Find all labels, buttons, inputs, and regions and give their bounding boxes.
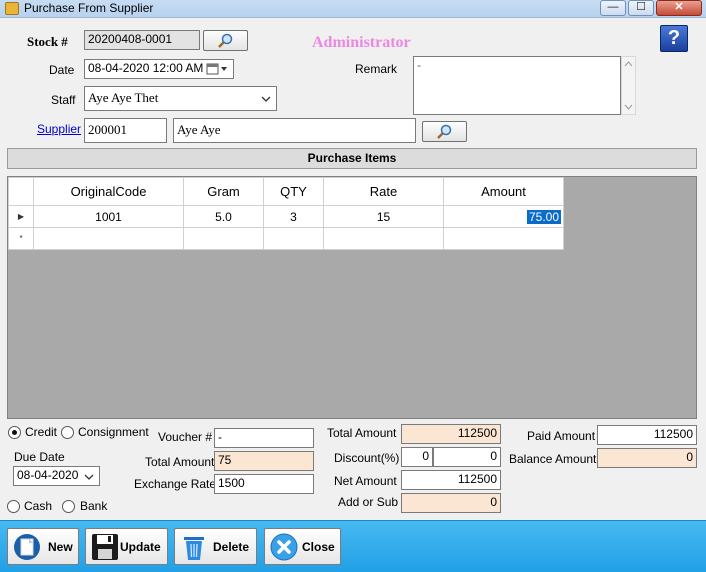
table-row[interactable]: ▶ 1001 5.0 3 15 75.00	[8, 205, 564, 228]
remark-textarea[interactable]: -	[413, 56, 621, 115]
trash-icon	[184, 537, 204, 560]
cash-radio[interactable]	[7, 500, 20, 513]
minimize-button[interactable]: —	[600, 0, 626, 16]
close-button[interactable]: Close	[264, 528, 341, 565]
net-amount-label: Net Amount	[334, 474, 397, 488]
add-or-sub-field[interactable]: 0	[401, 493, 501, 513]
supplier-search-button[interactable]	[422, 121, 467, 142]
staff-value: Aye Aye Thet	[88, 90, 159, 105]
update-button[interactable]: Update	[85, 528, 168, 565]
table-header-row: OriginalCode Gram QTY Rate Amount	[8, 177, 564, 206]
cash-label: Cash	[24, 499, 53, 513]
table-cell[interactable]	[33, 227, 184, 250]
app-icon	[5, 2, 19, 15]
column-header-qty[interactable]: QTY	[263, 177, 324, 206]
table-cell[interactable]	[443, 227, 564, 250]
new-button-label: New	[48, 540, 73, 554]
date-label: Date	[49, 63, 75, 77]
column-header-rate[interactable]: Rate	[323, 177, 444, 206]
paid-amount-field[interactable]: 112500	[597, 425, 697, 445]
action-bar: New Update Delete Close	[0, 520, 706, 572]
consignment-label: Consignment	[78, 425, 149, 439]
table-cell[interactable]	[183, 227, 264, 250]
user-role-label: Administrator	[312, 34, 411, 51]
table-cell[interactable]	[323, 227, 444, 250]
supplier-code-field[interactable]: 200001	[84, 118, 167, 143]
help-button[interactable]: ?	[660, 25, 688, 52]
purchase-items-header: Purchase Items	[7, 148, 697, 169]
discount-label: Discount(%)	[334, 451, 400, 465]
close-button-label: Close	[302, 540, 335, 554]
table-cell[interactable]: 15	[323, 205, 444, 228]
calendar-icon[interactable]	[206, 63, 230, 75]
table-cell[interactable]: 3	[263, 205, 324, 228]
save-disk-icon	[92, 534, 118, 560]
search-icon	[217, 33, 232, 48]
bank-label: Bank	[80, 499, 108, 513]
exchange-rate-field[interactable]: 1500	[214, 474, 314, 494]
date-picker[interactable]: 08-04-2020 12:00 AM	[84, 59, 234, 79]
stock-number-field[interactable]: 20200408-0001	[84, 30, 200, 50]
row-selector[interactable]: ▶	[8, 205, 34, 228]
items-table[interactable]: OriginalCode Gram QTY Rate Amount ▶ 1001…	[8, 177, 564, 250]
table-cell[interactable]: 5.0	[183, 205, 264, 228]
voucher-field[interactable]: -	[214, 428, 314, 448]
net-amount-field: 112500	[401, 470, 501, 490]
discount-amount-field[interactable]: 0	[433, 447, 501, 467]
middle-total-amount-label: Total Amount	[145, 455, 215, 469]
new-button[interactable]: New	[7, 528, 79, 565]
supplier-name-field[interactable]: Aye Aye	[173, 118, 416, 143]
table-cell[interactable]: 75.00	[443, 205, 564, 228]
discount-percent-field[interactable]: 0	[401, 447, 433, 467]
search-icon	[436, 124, 451, 139]
staff-select[interactable]: Aye Aye Thet	[84, 86, 277, 111]
stock-label: Stock #	[27, 34, 68, 49]
supplier-link[interactable]: Supplier	[37, 122, 81, 136]
scroll-down-icon[interactable]	[624, 104, 633, 110]
credit-label: Credit	[25, 425, 58, 439]
remark-label: Remark	[355, 62, 398, 76]
table-row-new[interactable]: *	[8, 227, 564, 250]
date-value: 08-04-2020 12:00 AM	[88, 61, 204, 75]
paid-amount-label: Paid Amount	[527, 429, 596, 443]
middle-total-amount-field: 75	[214, 451, 314, 471]
due-date-picker[interactable]: 08-04-2020	[13, 466, 100, 486]
balance-amount-label: Balance Amount	[509, 452, 597, 466]
chevron-down-icon	[84, 474, 94, 480]
credit-radio[interactable]	[8, 426, 21, 439]
new-row-marker[interactable]: *	[8, 227, 34, 250]
due-date-value: 08-04-2020	[17, 468, 79, 482]
total-amount-field: 112500	[401, 424, 501, 444]
close-window-button[interactable]: ✕	[656, 0, 702, 16]
consignment-radio[interactable]	[61, 426, 74, 439]
maximize-button[interactable]: ☐	[628, 0, 654, 16]
add-or-sub-label: Add or Sub	[338, 495, 399, 509]
close-icon	[270, 533, 298, 561]
window-title: Purchase From Supplier	[24, 1, 154, 15]
exchange-rate-label: Exchange Rate	[134, 477, 217, 491]
delete-button[interactable]: Delete	[174, 528, 257, 565]
stock-search-button[interactable]	[203, 30, 248, 51]
purchase-items-grid[interactable]: OriginalCode Gram QTY Rate Amount ▶ 1001…	[7, 176, 697, 419]
balance-amount-field: 0	[597, 448, 697, 468]
column-header-gram[interactable]: Gram	[183, 177, 264, 206]
selected-cell-value[interactable]: 75.00	[526, 209, 561, 224]
column-header-amount[interactable]: Amount	[443, 177, 564, 206]
new-document-icon	[14, 534, 40, 560]
chevron-down-icon	[261, 96, 271, 102]
total-amount-label: Total Amount	[327, 426, 397, 440]
row-header-corner	[8, 177, 34, 206]
scroll-up-icon[interactable]	[624, 61, 633, 67]
table-cell[interactable]: 1001	[33, 205, 184, 228]
update-button-label: Update	[120, 540, 161, 554]
voucher-label: Voucher #	[158, 430, 213, 444]
staff-label: Staff	[51, 93, 76, 107]
title-bar: Purchase From Supplier — ☐ ✕	[0, 0, 706, 18]
table-cell[interactable]	[263, 227, 324, 250]
column-header-originalcode[interactable]: OriginalCode	[33, 177, 184, 206]
bank-radio[interactable]	[62, 500, 75, 513]
due-date-label: Due Date	[14, 450, 65, 464]
delete-button-label: Delete	[213, 540, 250, 554]
remark-scrollbar[interactable]	[621, 56, 636, 115]
